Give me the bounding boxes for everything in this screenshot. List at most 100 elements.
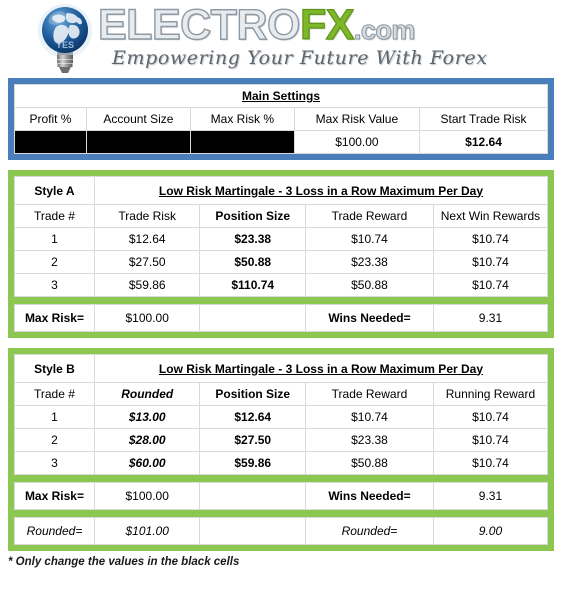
- table-row: 85% $1,000 10 $100.00 $12.64: [14, 130, 548, 154]
- footer-note: * Only change the values in the black ce…: [8, 556, 240, 568]
- style-a-summary-table: Max Risk= $100.00 Wins Needed= 9.31: [14, 304, 549, 332]
- header-position-size: Position Size: [199, 382, 306, 406]
- cell-position-size: $59.86: [199, 451, 306, 475]
- input-account-size[interactable]: $1,000: [85, 130, 191, 154]
- header-max-risk-percent: Max Risk %: [189, 107, 295, 131]
- header-next-win-rewards: Next Win Rewards: [432, 204, 549, 228]
- main-settings-title: Main Settings: [14, 84, 548, 108]
- panel-divider: [14, 510, 548, 517]
- cell-position-size: $50.88: [199, 250, 306, 274]
- table-row: Main Settings: [14, 84, 548, 108]
- cell-position-size: $110.74: [199, 273, 306, 297]
- cell-rounded: $60.00: [93, 451, 201, 475]
- table-row: 1 $12.64 $23.38 $10.74 $10.74: [14, 227, 549, 251]
- label-rounded-right: Rounded=: [305, 517, 434, 545]
- value-wins-needed: 9.31: [432, 482, 549, 510]
- main-settings-table: Main Settings Profit % Account Size Max …: [14, 84, 548, 154]
- panel-divider: [14, 297, 548, 304]
- empty-cell: [199, 517, 306, 545]
- header-start-trade-risk: Start Trade Risk: [419, 107, 548, 131]
- style-b-table: Style B Low Risk Martingale - 3 Loss in …: [14, 354, 549, 475]
- style-b-summary-table: Max Risk= $100.00 Wins Needed= 9.31: [14, 482, 549, 510]
- cell-trade-reward: $10.74: [305, 405, 434, 429]
- cell-trade-reward: $50.88: [305, 451, 434, 475]
- cell-trade-number: 3: [14, 451, 95, 475]
- style-a-table: Style A Low Risk Martingale - 3 Loss in …: [14, 176, 549, 297]
- cell-trade-risk: $27.50: [93, 250, 201, 274]
- value-max-risk-value: $100.00: [293, 130, 421, 154]
- header-profit-percent: Profit %: [14, 107, 87, 131]
- svg-text:YES: YES: [56, 40, 74, 50]
- value-start-trade-risk: $12.64: [419, 130, 548, 154]
- cell-rounded: $28.00: [93, 428, 201, 452]
- table-row: Trade # Trade Risk Position Size Trade R…: [14, 204, 549, 228]
- value-rounded-right: 9.00: [432, 517, 549, 545]
- table-row: 3 $59.86 $110.74 $50.88 $10.74: [14, 273, 549, 297]
- header-running-reward: Running Reward: [432, 382, 549, 406]
- cell-next-win-rewards: $10.74: [432, 273, 549, 297]
- cell-running-reward: $10.74: [432, 405, 549, 429]
- value-max-risk: $100.00: [93, 482, 201, 510]
- table-row: Profit % Account Size Max Risk % Max Ris…: [14, 107, 548, 131]
- style-a-label: Style A: [14, 176, 95, 205]
- style-b-label: Style B: [14, 354, 95, 383]
- style-a-title: Low Risk Martingale - 3 Loss in a Row Ma…: [93, 176, 549, 205]
- input-profit-percent[interactable]: 85%: [14, 130, 87, 154]
- cell-rounded: $13.00: [93, 405, 201, 429]
- style-b-title: Low Risk Martingale - 3 Loss in a Row Ma…: [93, 354, 549, 383]
- empty-cell: [199, 304, 306, 332]
- header-rounded: Rounded: [93, 382, 201, 406]
- logo-tagline: Empowering Your Future With Forex: [112, 47, 488, 69]
- header-max-risk-value: Max Risk Value: [293, 107, 421, 131]
- value-wins-needed: 9.31: [432, 304, 549, 332]
- value-max-risk: $100.00: [93, 304, 201, 332]
- cell-position-size: $23.38: [199, 227, 306, 251]
- label-wins-needed: Wins Needed=: [305, 304, 434, 332]
- logo-primary-text: ELECTRO: [97, 1, 301, 49]
- cell-trade-reward: $23.38: [305, 250, 434, 274]
- table-row: Rounded= $101.00 Rounded= 9.00: [14, 517, 549, 545]
- cell-running-reward: $10.74: [432, 428, 549, 452]
- table-row: 2 $27.50 $50.88 $23.38 $10.74: [14, 250, 549, 274]
- table-row: 2 $28.00 $27.50 $23.38 $10.74: [14, 428, 549, 452]
- cell-trade-number: 1: [14, 227, 95, 251]
- cell-trade-reward: $10.74: [305, 227, 434, 251]
- cell-trade-reward: $50.88: [305, 273, 434, 297]
- globe-lightbulb-icon: YES: [36, 3, 94, 75]
- empty-cell: [199, 482, 306, 510]
- panel-divider: [14, 475, 548, 482]
- table-row: Style B Low Risk Martingale - 3 Loss in …: [14, 354, 549, 383]
- table-row: Style A Low Risk Martingale - 3 Loss in …: [14, 176, 549, 205]
- style-a-panel: Style A Low Risk Martingale - 3 Loss in …: [8, 170, 554, 338]
- cell-position-size: $12.64: [199, 405, 306, 429]
- value-rounded-left: $101.00: [93, 517, 201, 545]
- header-account-size: Account Size: [85, 107, 191, 131]
- cell-running-reward: $10.74: [432, 451, 549, 475]
- table-row: Max Risk= $100.00 Wins Needed= 9.31: [14, 304, 549, 332]
- style-b-panel: Style B Low Risk Martingale - 3 Loss in …: [8, 348, 554, 551]
- table-row: Max Risk= $100.00 Wins Needed= 9.31: [14, 482, 549, 510]
- header-position-size: Position Size: [199, 204, 306, 228]
- spreadsheet-page: YES ELECTROFX.com Empowering Your Future…: [0, 0, 562, 594]
- header-trade-reward: Trade Reward: [305, 382, 434, 406]
- style-b-rounded-table: Rounded= $101.00 Rounded= 9.00: [14, 517, 549, 545]
- cell-trade-number: 1: [14, 405, 95, 429]
- header-trade-reward: Trade Reward: [305, 204, 434, 228]
- site-logo-header: YES ELECTROFX.com Empowering Your Future…: [0, 0, 562, 78]
- header-trade-number: Trade #: [14, 382, 95, 406]
- cell-position-size: $27.50: [199, 428, 306, 452]
- cell-trade-risk: $59.86: [93, 273, 201, 297]
- cell-trade-number: 2: [14, 250, 95, 274]
- logo-accent-text: FX: [299, 1, 355, 49]
- cell-trade-number: 3: [14, 273, 95, 297]
- cell-trade-risk: $12.64: [93, 227, 201, 251]
- label-wins-needed: Wins Needed=: [305, 482, 434, 510]
- main-settings-panel: Main Settings Profit % Account Size Max …: [8, 78, 554, 160]
- header-trade-number: Trade #: [14, 204, 95, 228]
- cell-next-win-rewards: $10.74: [432, 227, 549, 251]
- cell-next-win-rewards: $10.74: [432, 250, 549, 274]
- cell-trade-number: 2: [14, 428, 95, 452]
- input-max-risk-percent[interactable]: 10: [189, 130, 295, 154]
- header-trade-risk: Trade Risk: [93, 204, 201, 228]
- label-max-risk: Max Risk=: [14, 482, 95, 510]
